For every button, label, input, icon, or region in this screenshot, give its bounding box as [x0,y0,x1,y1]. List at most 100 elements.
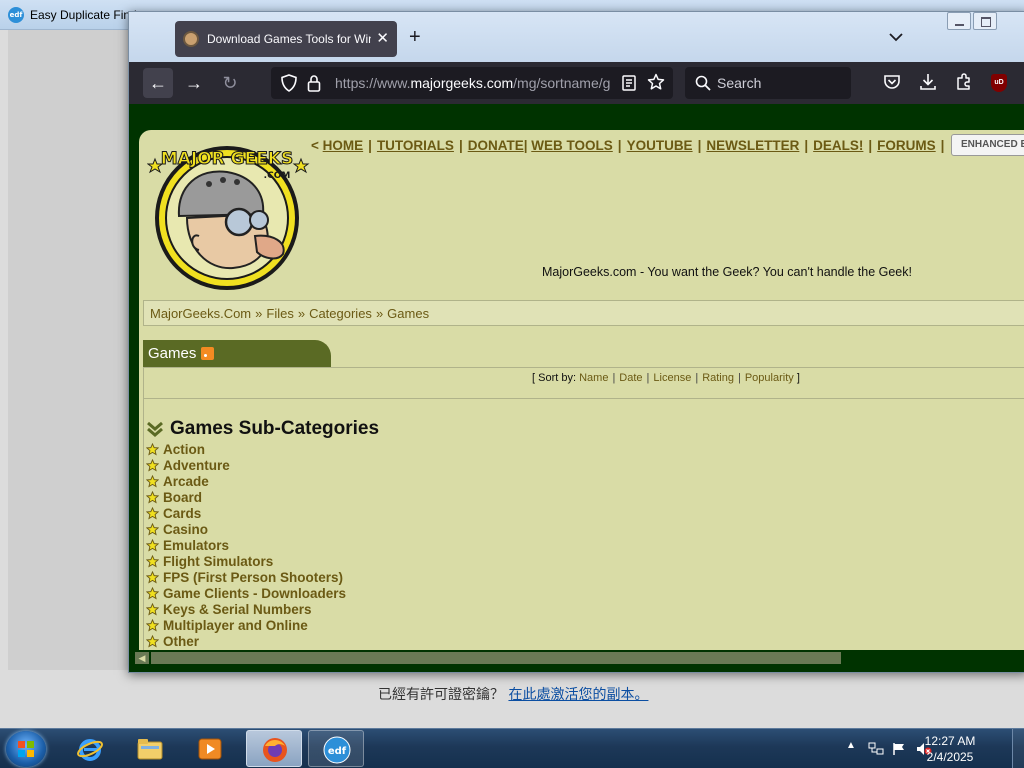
sort-by-popularity[interactable]: Popularity [745,372,794,384]
new-tab-button[interactable]: + [409,26,421,49]
forward-arrow-icon[interactable]: → [179,68,209,98]
majorgeeks-favicon-icon [183,31,199,47]
subcategory-label: Flight Simulators [163,554,274,569]
url-bar[interactable]: https://www.majorgeeks.com/mg/sortname/g [271,67,673,99]
subcategory-item[interactable]: Action [145,442,346,458]
subcategory-item[interactable]: Keys & Serial Numbers [145,602,346,618]
show-desktop-button[interactable] [1012,729,1024,768]
search-bar[interactable]: Search [685,67,851,99]
subcategory-item[interactable]: Board [145,490,346,506]
star-icon [145,618,160,632]
nav-deals[interactable]: DEALS! [813,138,863,153]
start-button[interactable] [6,731,46,767]
tracking-shield-icon[interactable] [281,74,297,97]
reload-icon[interactable]: ↻ [215,68,245,98]
sort-by-rating[interactable]: Rating [702,372,734,384]
action-center-flag-icon[interactable] [892,742,906,759]
search-icon [695,75,711,96]
reader-view-icon[interactable] [621,74,637,97]
pocket-icon[interactable] [883,73,901,96]
activation-link[interactable]: 在此處激活您的副本。 [508,687,648,703]
clock-time: 12:27 AM [924,734,976,748]
taskbar-firefox[interactable] [246,730,302,767]
taskbar-media-player[interactable] [182,730,238,767]
nav-home[interactable]: HOME [323,138,364,153]
background-app-title: Easy Duplicate Find [30,8,137,22]
star-icon [145,538,160,552]
subcategory-item[interactable]: FPS (First Person Shooters) [145,570,346,586]
network-icon[interactable] [868,742,884,759]
nav-forums[interactable]: FORUMS [877,138,936,153]
subcategory-item[interactable]: Other [145,634,346,650]
taskbar-internet-explorer[interactable] [62,730,118,767]
bookmark-star-icon[interactable] [647,73,665,96]
scroll-left-arrow-icon[interactable]: ◀ [135,652,149,664]
nav-donate[interactable]: DONATE [468,138,524,153]
subcategory-item[interactable]: Casino [145,522,346,538]
sort-by-name[interactable]: Name [579,372,608,384]
lock-icon[interactable] [307,74,321,97]
url-text[interactable]: https://www.majorgeeks.com/mg/sortname/g [335,75,611,91]
star-icon [145,458,160,472]
firefox-window: Download Games Tools for Win ✕ + ← → ↻ h… [128,11,1024,673]
nav-tutorials[interactable]: TUTORIALS [377,138,454,153]
category-content: [ Sort by: Name | Date | License | Rating | Popu… [143,367,1024,657]
logo-subtext: .COM [264,171,291,181]
back-arrow-icon[interactable]: ← [143,68,173,98]
taskbar-clock[interactable]: 12:27 AM 2/4/2025 [918,733,982,765]
taskbar-file-explorer[interactable] [122,730,178,767]
breadcrumb-categories[interactable]: Categories [309,306,372,321]
sort-by-date[interactable]: Date [619,372,642,384]
subcategory-item[interactable]: Multiplayer and Online [145,618,346,634]
minimize-button[interactable] [947,12,971,30]
site-tagline: MajorGeeks.com - You want the Geek? You … [542,265,912,279]
subcategory-item[interactable]: Emulators [145,538,346,554]
subcategory-item[interactable]: Cards [145,506,346,522]
rss-feed-icon[interactable] [201,347,215,360]
subcategory-item[interactable]: Adventure [145,458,346,474]
clock-date: 2/4/2025 [926,750,974,764]
taskbar-easy-duplicate-finder[interactable]: edf [308,730,364,767]
tab-active[interactable]: Download Games Tools for Win ✕ [175,21,397,57]
tab-list-chevron-icon[interactable] [889,29,903,47]
edf-app-icon: edf [8,7,24,23]
site-container: MAJOR GEEKS .COM < HOME | TUTORIALS | DONATE… [139,130,1024,657]
star-icon [145,474,160,488]
subcategory-label: Other [163,634,200,649]
scrollbar-thumb[interactable] [151,652,841,664]
nav-newsletter[interactable]: NEWSLETTER [706,138,799,153]
subcategory-item[interactable]: Arcade [145,474,346,490]
download-icon[interactable] [919,73,937,96]
nav-web-tools[interactable]: WEB TOOLS [531,138,613,153]
breadcrumb-games[interactable]: Games [387,306,429,321]
maximize-button[interactable] [973,12,997,30]
firefox-icon [263,738,287,762]
url-path: /mg/sortname/g [513,75,611,91]
majorgeeks-logo[interactable]: MAJOR GEEKS .COM [147,138,311,290]
subcategory-label: Adventure [163,458,230,473]
breadcrumb-home[interactable]: MajorGeeks.Com [150,306,251,321]
tab-close-icon[interactable]: ✕ [376,29,389,47]
sort-by-license[interactable]: License [653,372,691,384]
subcategory-label: Board [163,490,203,505]
search-placeholder: Search [717,75,762,91]
subcategory-label: Arcade [163,474,209,489]
show-hidden-icons-arrow-icon[interactable]: ▲ [846,740,856,751]
url-domain: majorgeeks.com [410,75,514,91]
horizontal-scrollbar[interactable]: ◀ [129,650,1024,666]
enhanced-search-button[interactable]: ENHANCED BY [951,134,1024,156]
nav-youtube[interactable]: YOUTUBE [627,138,693,153]
breadcrumb-files[interactable]: Files [266,306,293,321]
subcategory-item[interactable]: Flight Simulators [145,554,346,570]
ublock-origin-icon[interactable]: uD [991,74,1007,92]
tab-title: Download Games Tools for Win [207,32,371,46]
subcategory-item[interactable]: Game Clients - Downloaders [145,586,346,602]
background-app-panel [8,30,130,670]
extensions-puzzle-icon[interactable] [955,73,973,96]
web-page: MAJOR GEEKS .COM < HOME | TUTORIALS | DONATE… [129,104,1024,672]
star-icon [145,506,160,520]
site-top-navigation: < HOME | TUTORIALS | DONATE| WEB TOOLS | YOUTU… [311,138,945,153]
star-icon [145,570,160,584]
edf-app-icon: edf [323,736,351,764]
subcategory-label: Cards [163,506,202,521]
